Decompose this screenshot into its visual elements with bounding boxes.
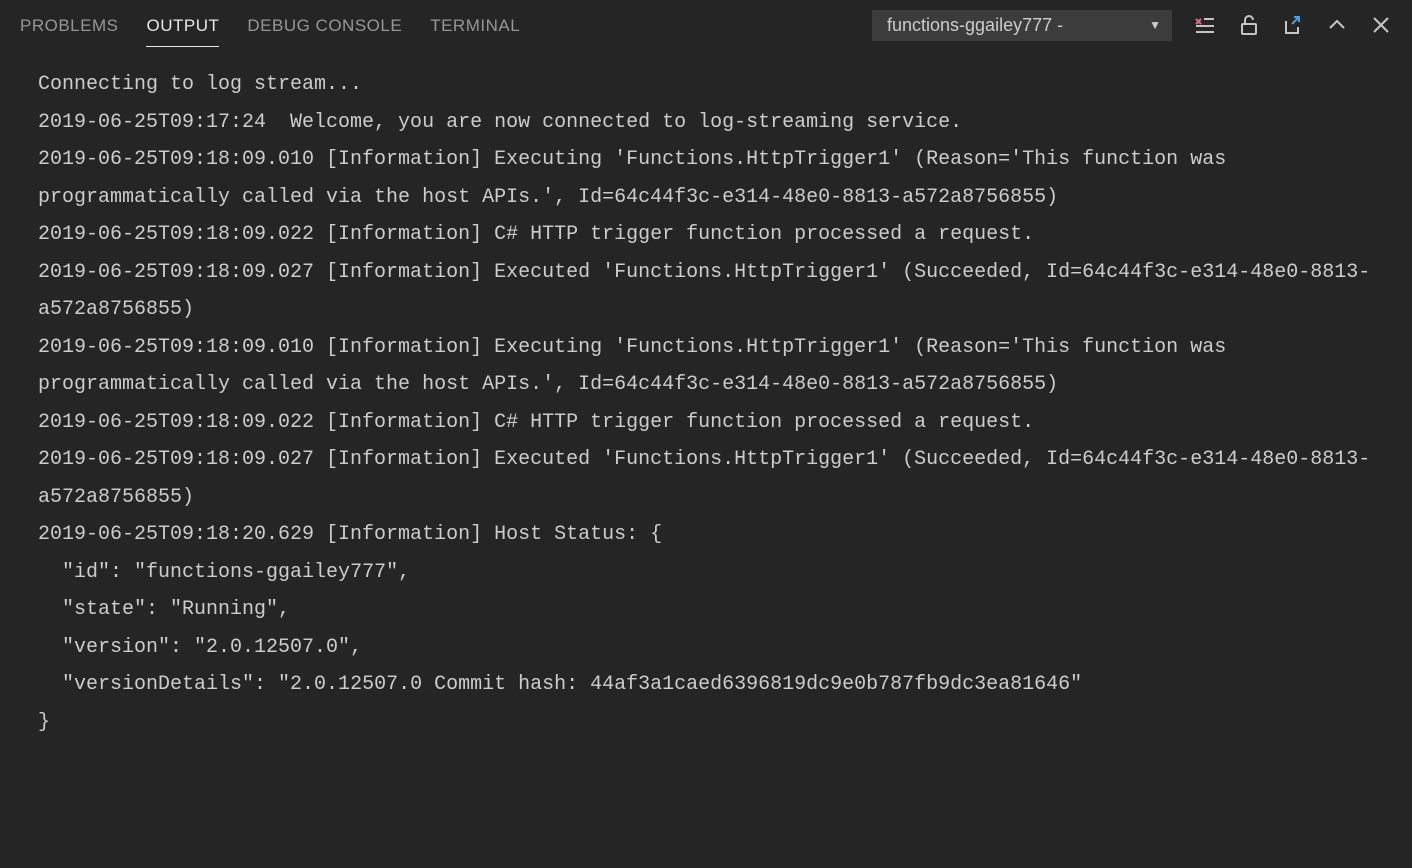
panel-tabs: PROBLEMS OUTPUT DEBUG CONSOLE TERMINAL: [20, 4, 872, 47]
maximize-panel-icon[interactable]: [1326, 14, 1348, 36]
panel-header: PROBLEMS OUTPUT DEBUG CONSOLE TERMINAL f…: [0, 0, 1412, 50]
open-log-file-icon[interactable]: [1282, 14, 1304, 36]
tab-problems[interactable]: PROBLEMS: [20, 4, 118, 47]
dropdown-selected: functions-ggailey777 -: [887, 15, 1063, 36]
panel-right-controls: functions-ggailey777 - ▼: [872, 10, 1392, 41]
close-panel-icon[interactable]: [1370, 14, 1392, 36]
chevron-down-icon: ▼: [1149, 18, 1161, 32]
clear-output-icon[interactable]: [1194, 14, 1216, 36]
tab-output[interactable]: OUTPUT: [146, 4, 219, 47]
output-log[interactable]: Connecting to log stream... 2019-06-25T0…: [0, 50, 1412, 868]
output-channel-dropdown[interactable]: functions-ggailey777 - ▼: [872, 10, 1172, 41]
lock-scroll-icon[interactable]: [1238, 14, 1260, 36]
tab-debug-console[interactable]: DEBUG CONSOLE: [247, 4, 402, 47]
tab-terminal[interactable]: TERMINAL: [430, 4, 520, 47]
